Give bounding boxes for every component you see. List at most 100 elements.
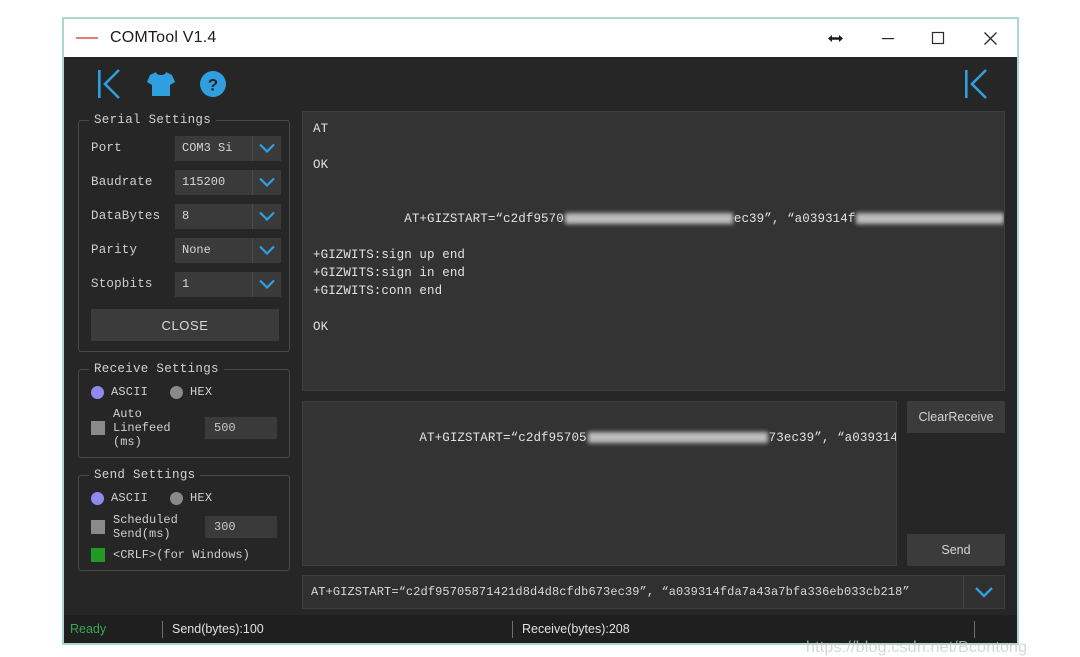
auto-linefeed-row: Auto Linefeed (ms) 500: [87, 407, 281, 449]
crlf-checkbox[interactable]: [91, 548, 105, 562]
scheduled-send-checkbox[interactable]: [91, 520, 105, 534]
baudrate-row: Baudrate 115200: [87, 165, 281, 199]
receive-line-redacted: AT+GIZSTART=“c2df9570 ec39”, “a039314f 3…: [313, 192, 1004, 246]
receive-blank-line: [313, 300, 994, 318]
port-label: Port: [91, 141, 122, 155]
send-hex-label: HEX: [190, 491, 213, 505]
scheduled-send-label: Scheduled Send(ms): [113, 513, 178, 541]
resize-horizontal-icon[interactable]: [807, 19, 863, 57]
chevron-down-icon[interactable]: [252, 237, 281, 263]
window-title: COMTool V1.4: [110, 29, 217, 46]
window-titlebar[interactable]: COMTool V1.4: [64, 19, 1017, 57]
chevron-down-icon[interactable]: [252, 135, 281, 161]
command-history-combobox[interactable]: AT+GIZSTART=“c2df95705871421d8d4d8cfdb67…: [302, 575, 1005, 609]
window-body: Serial Settings Port COM3 Si Baudrate 11…: [64, 111, 1017, 615]
send-format-row: ASCII HEX: [87, 486, 281, 510]
scheduled-send-input[interactable]: 300: [205, 516, 277, 538]
redacted-block: [564, 213, 733, 225]
receive-settings-legend: Receive Settings: [94, 362, 219, 376]
status-receive-bytes: Receive(bytes):208: [522, 622, 630, 636]
parity-label: Parity: [91, 243, 138, 257]
send-cmd-prefix: AT+GIZSTART=“c2df95705: [419, 431, 587, 445]
send-ascii-label: ASCII: [111, 491, 149, 505]
baudrate-select[interactable]: 115200: [175, 169, 281, 195]
receive-blank-line: [313, 174, 994, 192]
stopbits-label: Stopbits: [91, 277, 153, 291]
receive-line: OK: [313, 158, 329, 172]
help-icon[interactable]: ?: [190, 61, 236, 107]
theme-shirt-icon[interactable]: [138, 61, 184, 107]
port-row: Port COM3 Si: [87, 131, 281, 165]
receive-ascii-label: ASCII: [111, 385, 149, 399]
receive-cmd-middle: ec39”, “a039314f: [733, 212, 856, 226]
screenshot-root: COMTool V1.4 ? Serial Settings Port COM3…: [0, 0, 1080, 657]
serial-settings-group: Serial Settings Port COM3 Si Baudrate 11…: [78, 113, 290, 352]
collapse-right-icon[interactable]: [953, 61, 999, 107]
status-send-bytes: Send(bytes):100: [172, 622, 264, 636]
auto-linefeed-input[interactable]: 500: [205, 417, 277, 439]
chevron-down-icon[interactable]: [252, 271, 281, 297]
close-port-button[interactable]: CLOSE: [91, 309, 279, 341]
watermark-text: https://blog.csdn.net/Bcontong: [806, 639, 1028, 656]
close-button[interactable]: [963, 19, 1017, 57]
parity-row: Parity None: [87, 233, 281, 267]
collapse-left-icon[interactable]: [86, 61, 132, 107]
app-logo-icon: [76, 33, 102, 43]
receive-ascii-radio[interactable]: [91, 385, 104, 399]
crlf-row: <CRLF>(for Windows): [87, 548, 281, 562]
baudrate-value: 115200: [182, 175, 226, 189]
comtool-window: COMTool V1.4 ? Serial Settings Port COM3…: [62, 17, 1019, 645]
chevron-down-icon[interactable]: [252, 203, 281, 229]
databytes-label: DataBytes: [91, 209, 161, 223]
left-settings-panel: Serial Settings Port COM3 Si Baudrate 11…: [78, 111, 290, 615]
databytes-row: DataBytes 8: [87, 199, 281, 233]
window-controls: [807, 19, 1017, 57]
send-cmd-middle: 73ec39”, “a039314: [768, 431, 897, 445]
right-console-panel: AT OK AT+GIZSTART=“c2df9570 ec39”, “a039…: [290, 111, 1005, 615]
send-textarea[interactable]: AT+GIZSTART=“c2df95705 73ec39”, “a039314…: [302, 401, 897, 566]
receive-hex-radio[interactable]: [170, 385, 184, 399]
receive-line: +GIZWITS:conn end: [313, 284, 443, 298]
send-hex-radio[interactable]: [170, 491, 184, 505]
send-settings-group: Send Settings ASCII HEX Scheduled Send(m…: [78, 468, 290, 571]
receive-line: +GIZWITS:sign in end: [313, 266, 466, 280]
console-side-buttons: ClearReceive Send: [907, 401, 1005, 566]
receive-settings-group: Receive Settings ASCII HEX Auto Linefeed…: [78, 362, 290, 458]
send-ascii-radio[interactable]: [91, 491, 104, 505]
receive-line: AT: [313, 122, 329, 136]
send-line-redacted: AT+GIZSTART=“c2df95705 73ec39”, “a039314…: [313, 411, 896, 465]
redacted-block: [587, 432, 768, 444]
receive-line: +GIZWITS:sign up end: [313, 248, 466, 262]
send-row: AT+GIZSTART=“c2df95705 73ec39”, “a039314…: [302, 401, 1005, 566]
main-toolbar: ?: [64, 57, 1017, 111]
redacted-block: [856, 213, 1004, 225]
auto-linefeed-checkbox[interactable]: [91, 421, 105, 435]
receive-line: OK: [313, 320, 329, 334]
stopbits-value: 1: [182, 277, 190, 291]
auto-linefeed-label: Auto Linefeed (ms): [113, 407, 171, 449]
stopbits-row: Stopbits 1: [87, 267, 281, 301]
receive-blank-line: [313, 138, 994, 156]
receive-format-row: ASCII HEX: [87, 380, 281, 404]
port-select[interactable]: COM3 Si: [175, 135, 281, 161]
chevron-down-icon[interactable]: [252, 169, 281, 195]
receive-cmd-prefix: AT+GIZSTART=“c2df9570: [404, 212, 564, 226]
stopbits-select[interactable]: 1: [175, 271, 281, 297]
chevron-down-icon[interactable]: [963, 576, 1004, 608]
scheduled-send-row: Scheduled Send(ms) 300: [87, 513, 281, 541]
send-button[interactable]: Send: [907, 534, 1005, 566]
receive-textarea[interactable]: AT OK AT+GIZSTART=“c2df9570 ec39”, “a039…: [302, 111, 1005, 391]
parity-select[interactable]: None: [175, 237, 281, 263]
port-value: COM3 Si: [182, 141, 233, 155]
databytes-select[interactable]: 8: [175, 203, 281, 229]
serial-settings-legend: Serial Settings: [94, 113, 212, 127]
status-ready: Ready: [70, 622, 107, 636]
baudrate-label: Baudrate: [91, 175, 153, 189]
minimize-button[interactable]: [863, 19, 913, 57]
parity-value: None: [182, 243, 211, 257]
command-history-value: AT+GIZSTART=“c2df95705871421d8d4d8cfdb67…: [311, 585, 910, 599]
clear-receive-button[interactable]: ClearReceive: [907, 401, 1005, 433]
receive-hex-label: HEX: [190, 385, 213, 399]
databytes-value: 8: [182, 209, 190, 223]
maximize-button[interactable]: [913, 19, 963, 57]
